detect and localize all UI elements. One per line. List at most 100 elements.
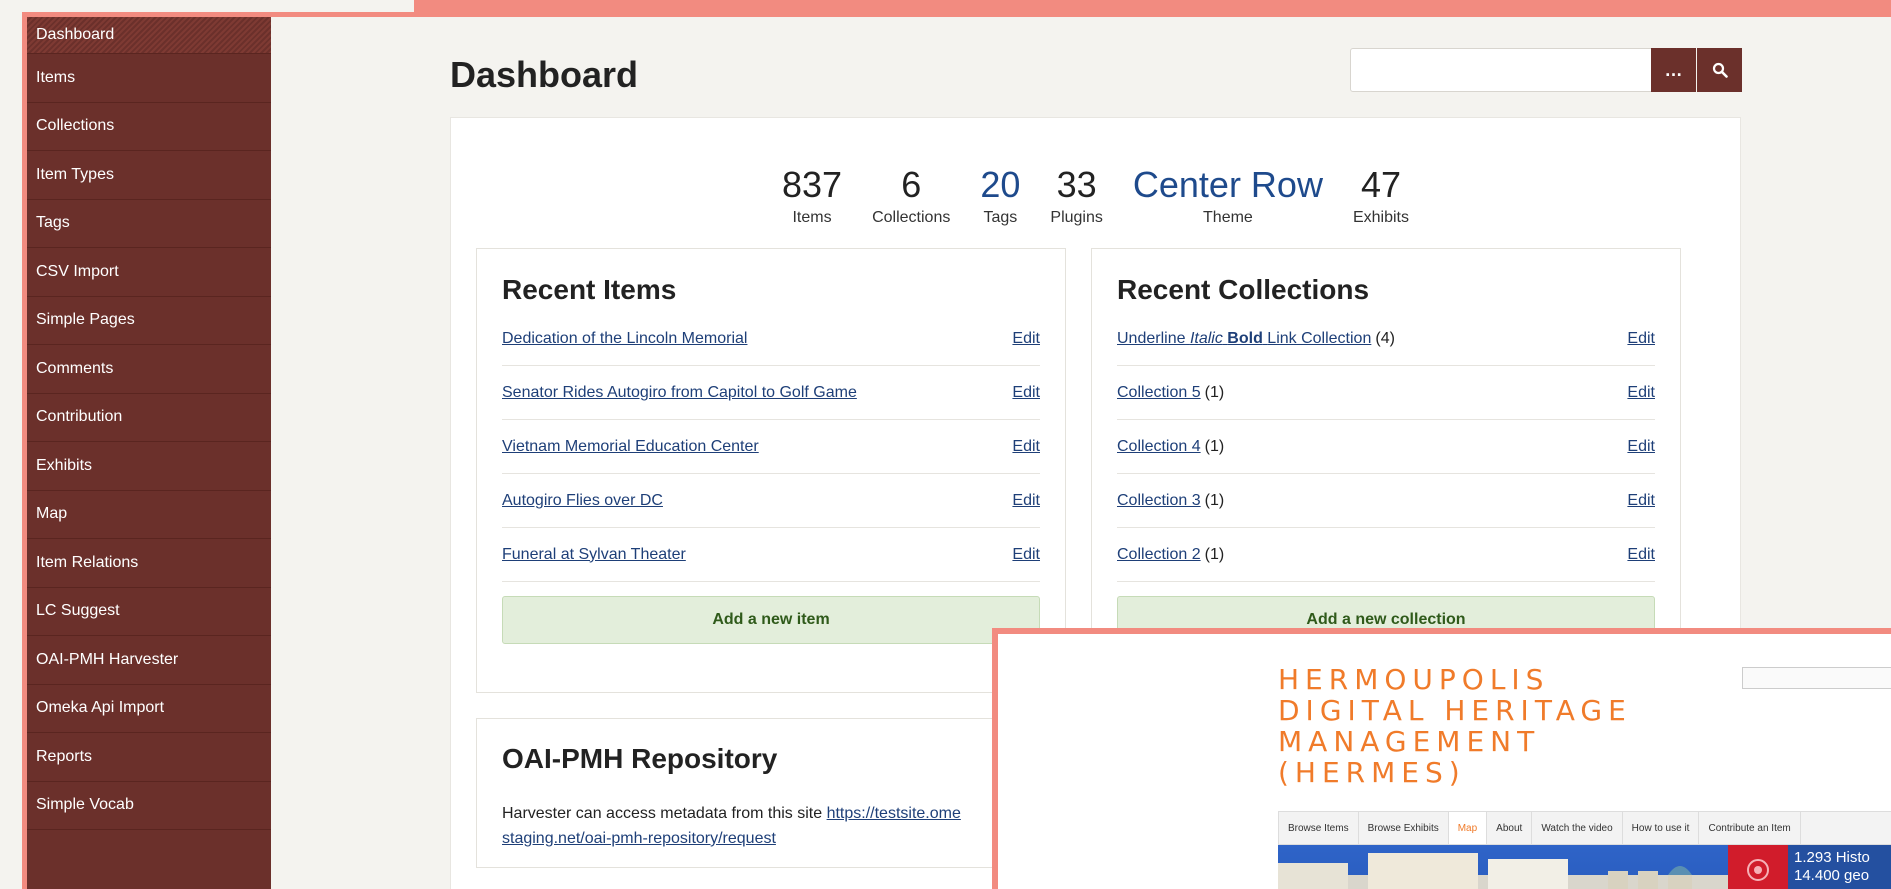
- hermes-search-input[interactable]: [1742, 667, 1891, 689]
- edit-link[interactable]: Edit: [1627, 438, 1655, 456]
- edit-link[interactable]: Edit: [1627, 546, 1655, 564]
- collection-link[interactable]: Collection 2: [1117, 546, 1201, 563]
- recent-collections-title: Recent Collections: [1117, 274, 1370, 305]
- stat-label: Collections: [872, 209, 951, 226]
- stat-label: Exhibits: [1352, 209, 1409, 226]
- edit-link[interactable]: Edit: [1012, 330, 1040, 348]
- sidebar-item-item-relations[interactable]: Item Relations: [27, 539, 271, 588]
- hermes-nav-browse-items[interactable]: Browse Items: [1279, 812, 1359, 844]
- stat-label: Tags: [983, 209, 1018, 226]
- list-item: Collection 2 (1) Edit: [1117, 528, 1655, 582]
- hermes-banner-image: [1278, 845, 1728, 889]
- search-input[interactable]: [1350, 48, 1681, 92]
- edit-link[interactable]: Edit: [1012, 438, 1040, 456]
- link-text-italic: Italic: [1189, 329, 1223, 347]
- list-item: Dedication of the Lincoln Memorial Edit: [502, 312, 1040, 366]
- item-link[interactable]: Autogiro Flies over DC: [502, 492, 663, 510]
- edit-link[interactable]: Edit: [1627, 492, 1655, 510]
- sidebar-item-collections[interactable]: Collections: [27, 103, 271, 151]
- list-item: Autogiro Flies over DC Edit: [502, 474, 1040, 528]
- search-button[interactable]: [1697, 48, 1742, 92]
- edit-link[interactable]: Edit: [1012, 384, 1040, 402]
- sidebar-item-reports[interactable]: Reports: [27, 733, 271, 782]
- edit-link[interactable]: Edit: [1012, 546, 1040, 564]
- item-link[interactable]: Dedication of the Lincoln Memorial: [502, 330, 747, 348]
- sidebar-item-omeka-api-import[interactable]: Omeka Api Import: [27, 685, 271, 733]
- top-border-strip: [414, 0, 1891, 12]
- recent-collections-panel: Recent Collections Underline Italic Bold…: [1091, 248, 1681, 693]
- item-count: (1): [1204, 545, 1225, 563]
- oai-description: Harvester can access metadata from this …: [502, 805, 823, 822]
- hermes-nav-how-to-use[interactable]: How to use it: [1623, 812, 1700, 844]
- collection-link[interactable]: Collection 5: [1117, 384, 1201, 401]
- collection-link[interactable]: Underline Italic Bold Link Collection: [1117, 330, 1371, 347]
- advanced-search-button[interactable]: …: [1651, 48, 1696, 92]
- oai-pmh-text: Harvester can access metadata from this …: [502, 801, 961, 851]
- item-link[interactable]: Vietnam Memorial Education Center: [502, 438, 759, 456]
- stat-value: 6: [901, 164, 922, 205]
- stat-label: Theme: [1203, 209, 1253, 226]
- add-item-button[interactable]: Add a new item: [502, 596, 1040, 644]
- hermes-stats-text: 1.293 Histo 14.400 geo: [1788, 845, 1891, 889]
- sidebar: Dashboard Items Collections Item Types T…: [27, 17, 271, 889]
- list-item: Collection 3 (1) Edit: [1117, 474, 1655, 528]
- sidebar-item-exhibits[interactable]: Exhibits: [27, 442, 271, 491]
- item-link[interactable]: Senator Rides Autogiro from Capitol to G…: [502, 384, 857, 402]
- list-item: Funeral at Sylvan Theater Edit: [502, 528, 1040, 582]
- hermes-nav-about[interactable]: About: [1487, 812, 1533, 844]
- list-item: Collection 5 (1) Edit: [1117, 366, 1655, 420]
- list-item: Underline Italic Bold Link Collection (4)…: [1117, 312, 1655, 366]
- collection-link[interactable]: Collection 3: [1117, 492, 1201, 509]
- stat-value[interactable]: 20: [980, 163, 1020, 207]
- sidebar-item-contribution[interactable]: Contribution: [27, 394, 271, 442]
- hermes-stat-line: 1.293 Histo: [1794, 849, 1870, 866]
- sidebar-item-oai-pmh-harvester[interactable]: OAI-PMH Harvester: [27, 636, 271, 685]
- oai-endpoint-link[interactable]: https://testsite.ome: [827, 805, 961, 822]
- sidebar-item-dashboard[interactable]: Dashboard: [27, 17, 271, 54]
- stat-collections: 6 Collections: [872, 163, 950, 227]
- list-item: Vietnam Memorial Education Center Edit: [502, 420, 1040, 474]
- sidebar-item-simple-vocab[interactable]: Simple Vocab: [27, 782, 271, 830]
- hermes-nav-contribute[interactable]: Contribute an Item: [1699, 812, 1801, 844]
- hermes-nav-map[interactable]: Map: [1448, 812, 1488, 844]
- emblem-icon: [1747, 859, 1769, 881]
- stat-value: 837: [782, 164, 843, 205]
- link-text-bold: Bold: [1227, 329, 1263, 347]
- sidebar-item-item-types[interactable]: Item Types: [27, 151, 271, 200]
- link-text: Link Collection: [1267, 329, 1372, 347]
- oai-endpoint-link-continued[interactable]: staging.net/oai-pmh-repository/request: [502, 830, 776, 847]
- item-count: (4): [1375, 329, 1395, 347]
- stat-exhibits: 47 Exhibits: [1353, 163, 1409, 227]
- hermes-nav-browse-exhibits[interactable]: Browse Exhibits: [1359, 812, 1449, 844]
- oai-pmh-panel: OAI-PMH Repository Harvester can access …: [476, 718, 1066, 868]
- edit-link[interactable]: Edit: [1627, 384, 1655, 402]
- item-count: (1): [1204, 383, 1225, 401]
- edit-link[interactable]: Edit: [1627, 330, 1655, 348]
- list-item: Senator Rides Autogiro from Capitol to G…: [502, 366, 1040, 420]
- stat-value: 47: [1360, 164, 1401, 205]
- sidebar-item-simple-pages[interactable]: Simple Pages: [27, 297, 271, 345]
- page-title: Dashboard: [450, 54, 639, 95]
- stat-value: 33: [1056, 164, 1097, 205]
- sidebar-item-csv-import[interactable]: CSV Import: [27, 248, 271, 297]
- link-text: Underline: [1117, 329, 1186, 347]
- stat-theme[interactable]: Center Row Theme: [1133, 163, 1323, 227]
- sidebar-item-tags[interactable]: Tags: [27, 200, 271, 248]
- edit-link[interactable]: Edit: [1012, 492, 1040, 510]
- stat-tags[interactable]: 20 Tags: [980, 163, 1020, 227]
- collection-link[interactable]: Collection 4: [1117, 438, 1201, 455]
- hermes-site-title: HERMOUPOLIS DIGITAL HERITAGE MANAGEMENT …: [1278, 663, 1632, 789]
- hermes-nav-watch-video[interactable]: Watch the video: [1532, 812, 1623, 844]
- hermes-logo: [1728, 845, 1788, 889]
- item-link[interactable]: Funeral at Sylvan Theater: [502, 546, 686, 564]
- sidebar-item-lc-suggest[interactable]: LC Suggest: [27, 588, 271, 636]
- sidebar-item-map[interactable]: Map: [27, 491, 271, 539]
- stat-value[interactable]: Center Row: [1133, 163, 1323, 207]
- sidebar-item-items[interactable]: Items: [27, 54, 271, 103]
- recent-items-panel: Recent Items Dedication of the Lincoln M…: [476, 248, 1066, 693]
- hermes-site-screenshot: HERMOUPOLIS DIGITAL HERITAGE MANAGEMENT …: [992, 628, 1891, 889]
- sidebar-item-comments[interactable]: Comments: [27, 345, 271, 394]
- hermes-stat-line: 14.400 geo: [1794, 867, 1870, 884]
- recent-items-title: Recent Items: [502, 274, 677, 305]
- site-stats: 837 Items 6 Collections 20 Tags 33 Plugins C…: [451, 163, 1740, 227]
